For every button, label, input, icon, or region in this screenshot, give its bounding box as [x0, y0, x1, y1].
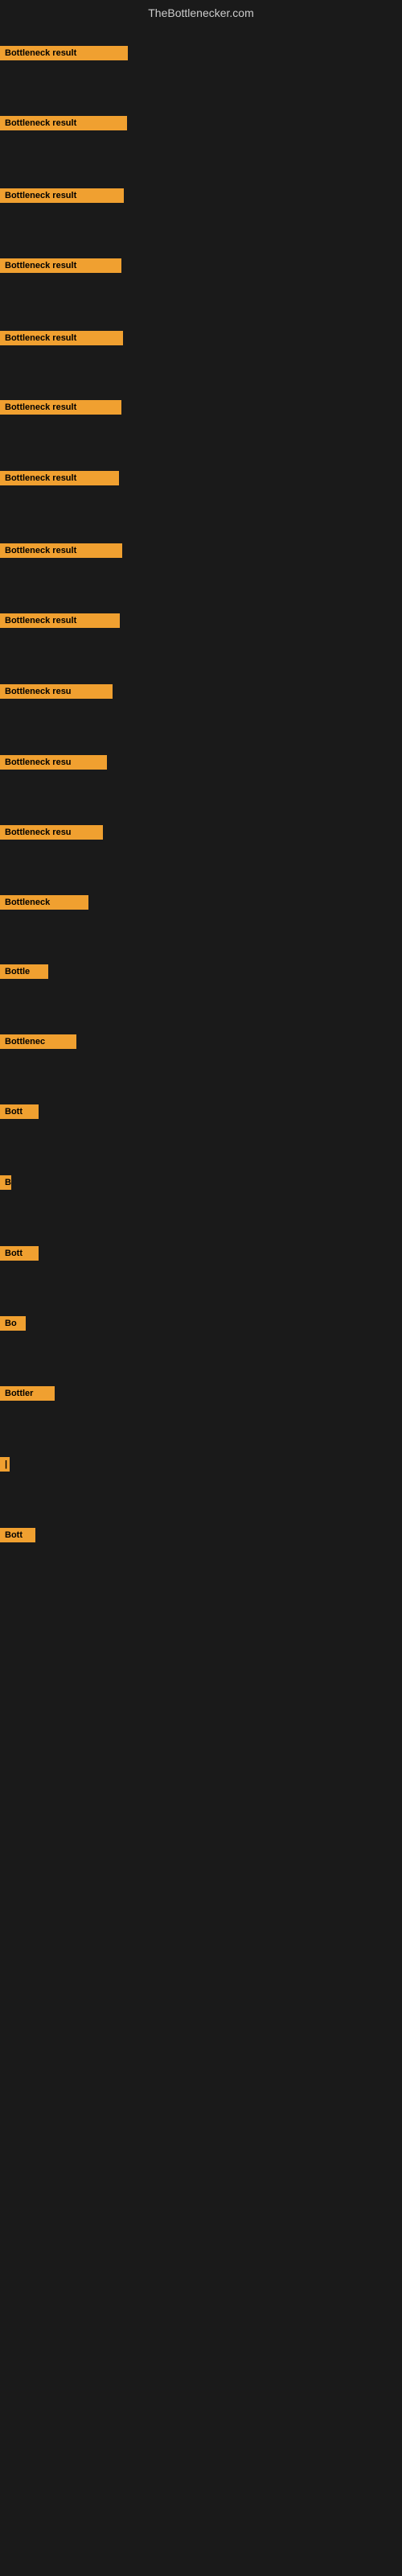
- bottleneck-badge-12: Bottleneck resu: [0, 825, 103, 840]
- bottleneck-badge-19: Bo: [0, 1316, 26, 1331]
- bottleneck-badge-4: Bottleneck result: [0, 258, 121, 273]
- site-title: TheBottlenecker.com: [0, 0, 402, 23]
- bottleneck-badge-7: Bottleneck result: [0, 471, 119, 485]
- bottleneck-badge-10: Bottleneck resu: [0, 684, 113, 699]
- bottleneck-badge-15: Bottlenec: [0, 1034, 76, 1049]
- bottleneck-badge-5: Bottleneck result: [0, 331, 123, 345]
- bottleneck-badge-22: Bott: [0, 1528, 35, 1542]
- bottleneck-badge-13: Bottleneck: [0, 895, 88, 910]
- bottleneck-badge-17: B: [0, 1175, 11, 1190]
- bottleneck-badge-18: Bott: [0, 1246, 39, 1261]
- bottleneck-badge-3: Bottleneck result: [0, 188, 124, 203]
- bottleneck-badge-21: |: [0, 1457, 10, 1472]
- bottleneck-badge-16: Bott: [0, 1104, 39, 1119]
- bottleneck-badge-20: Bottler: [0, 1386, 55, 1401]
- bottleneck-badge-11: Bottleneck resu: [0, 755, 107, 770]
- bottleneck-badge-1: Bottleneck result: [0, 46, 128, 60]
- bottleneck-badge-6: Bottleneck result: [0, 400, 121, 415]
- bottleneck-badge-8: Bottleneck result: [0, 543, 122, 558]
- bottleneck-badge-14: Bottle: [0, 964, 48, 979]
- bottleneck-badge-2: Bottleneck result: [0, 116, 127, 130]
- bottleneck-badge-9: Bottleneck result: [0, 613, 120, 628]
